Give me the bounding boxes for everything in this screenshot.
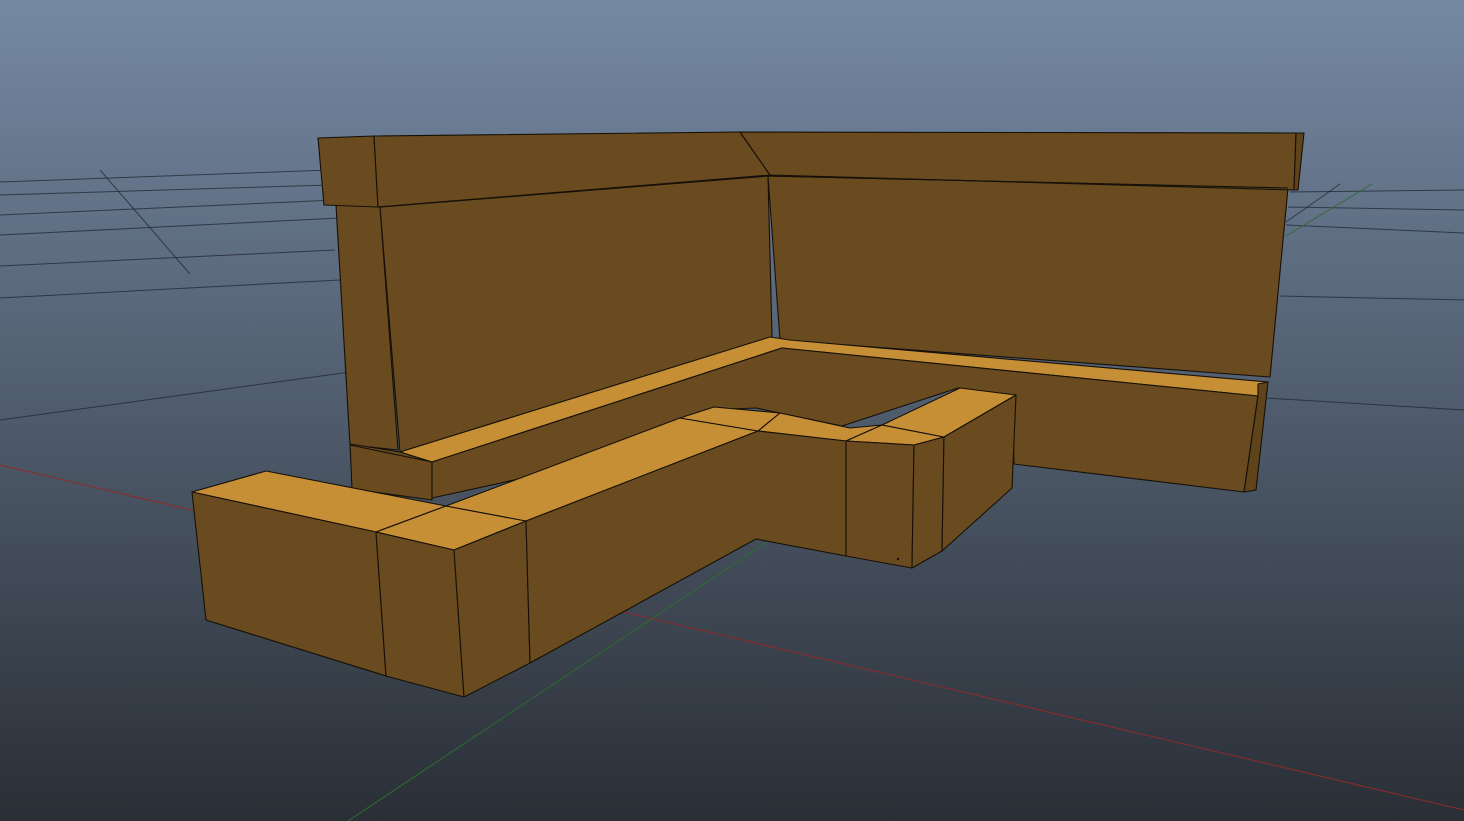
- 3d-viewport[interactable]: [0, 0, 1464, 821]
- vertex-marker: [896, 557, 900, 561]
- viewport-scene[interactable]: [0, 0, 1464, 821]
